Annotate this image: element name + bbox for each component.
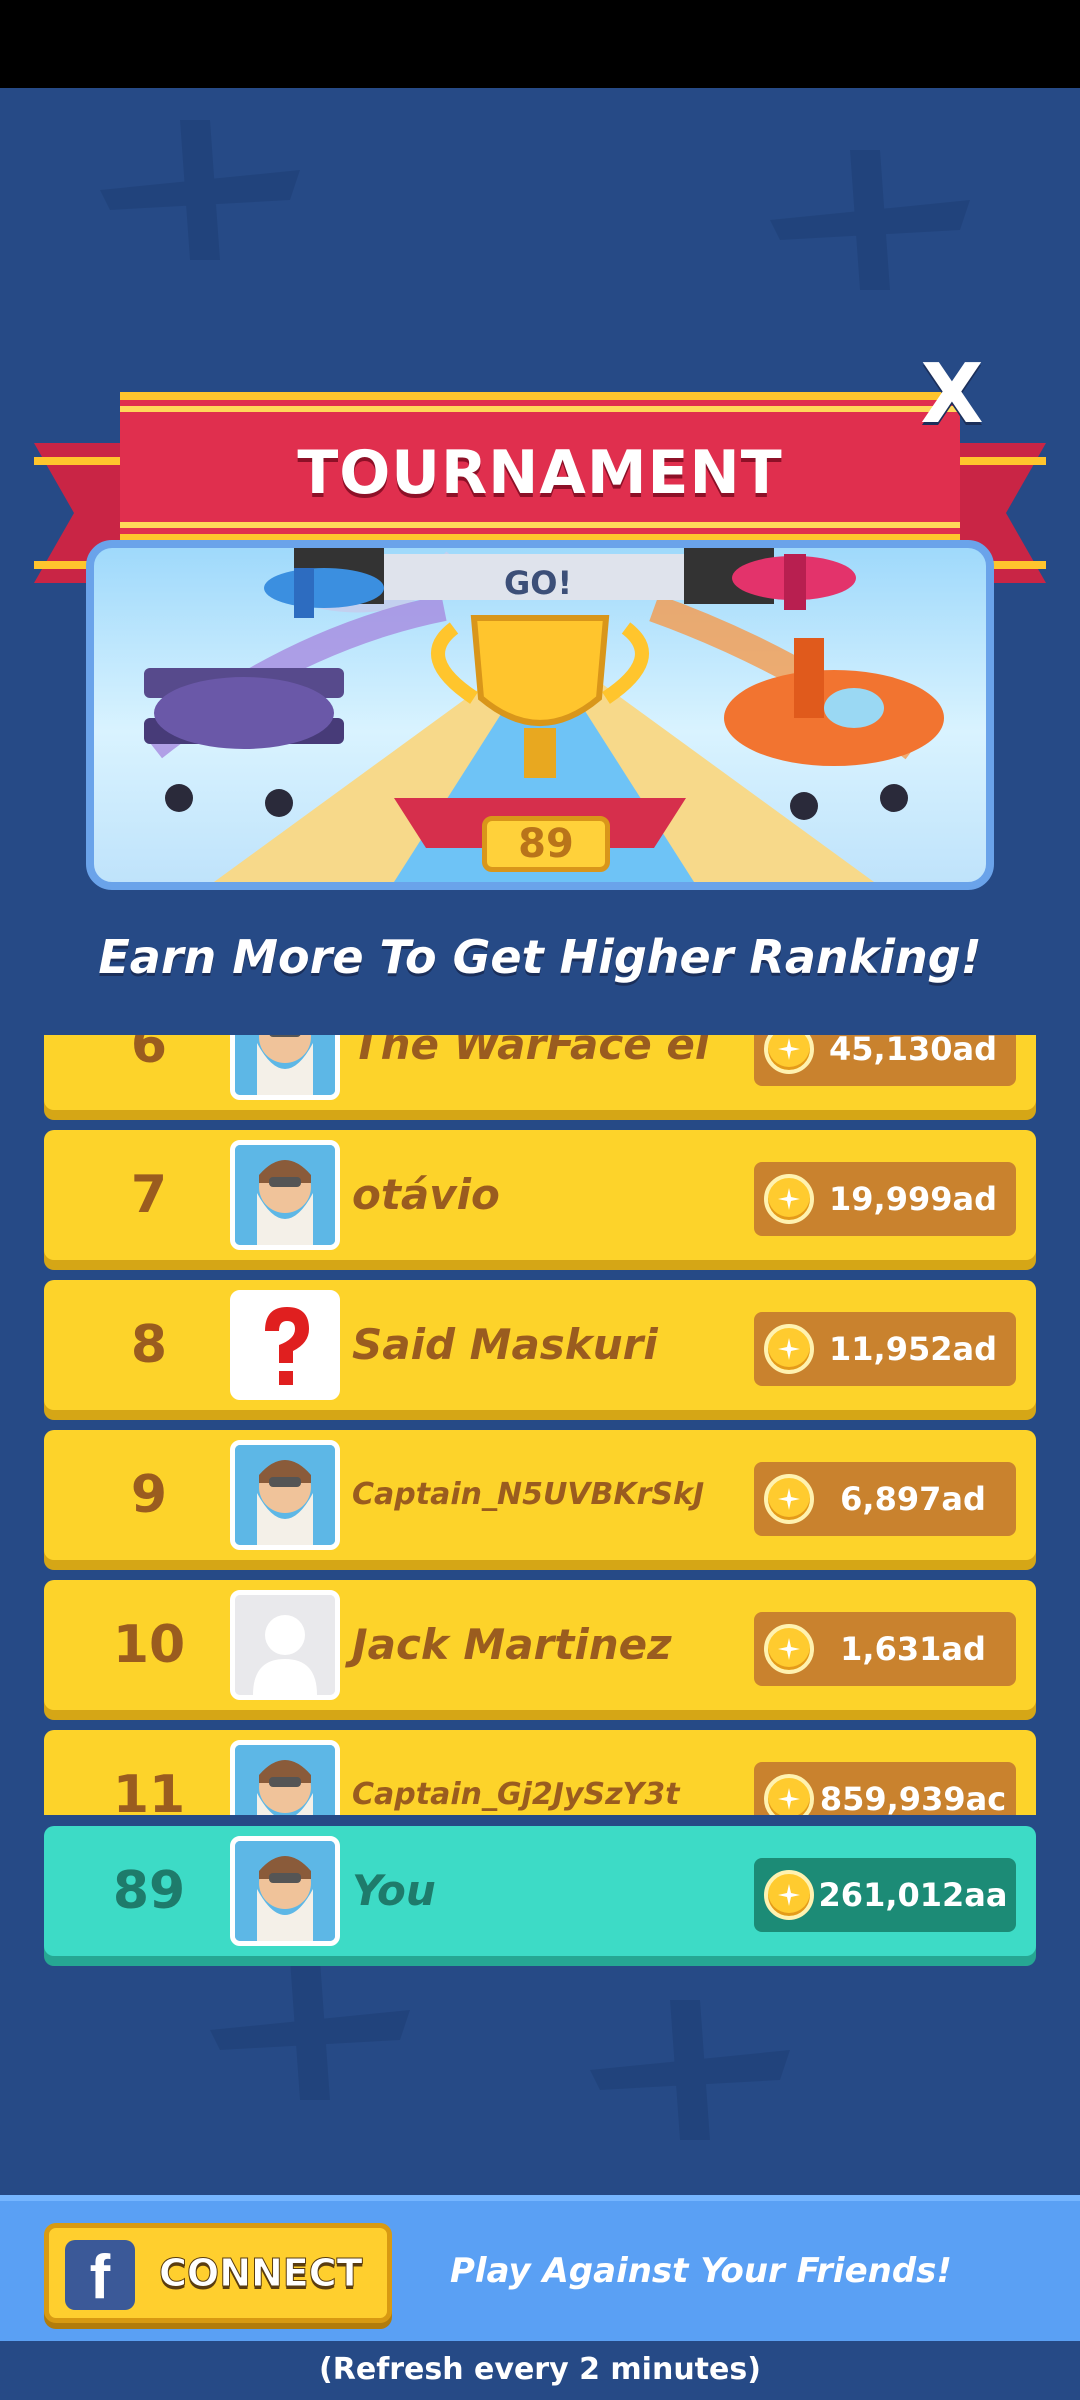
go-sign: GO! <box>504 564 573 602</box>
rank-number: 11 <box>112 1765 186 1815</box>
score-box: 11,952ad <box>754 1312 1016 1386</box>
play-friends-text: Play Against Your Friends! <box>450 2251 952 2291</box>
coin-icon <box>764 1174 814 1224</box>
pilot-avatar <box>230 1035 340 1100</box>
leaderboard-list[interactable]: 6 The WarFace el 45,130ad 7 otávio 19,99… <box>0 1035 1080 1815</box>
question-mark-avatar <box>230 1290 340 1400</box>
player-name: Said Maskuri <box>352 1320 658 1369</box>
score-box: 859,939ac <box>754 1762 1016 1815</box>
player-name: The WarFace el <box>352 1035 710 1069</box>
rank-number: 89 <box>112 1861 186 1921</box>
rank-number: 7 <box>130 1165 168 1225</box>
score-value: 19,999ad <box>829 1180 997 1218</box>
facebook-connect-button[interactable]: f CONNECT <box>44 2223 392 2323</box>
pilot-avatar <box>230 1140 340 1250</box>
rank-number: 10 <box>112 1615 186 1675</box>
score-box: 261,012aa <box>754 1858 1016 1932</box>
tournament-banner: TOURNAMENT <box>120 392 960 542</box>
rank-number: 9 <box>130 1465 168 1525</box>
coin-icon <box>764 1870 814 1920</box>
silhouette-avatar <box>230 1590 340 1700</box>
score-value: 6,897ad <box>840 1480 986 1518</box>
ranking-subtitle: Earn More To Get Higher Ranking! <box>98 930 982 984</box>
pilot-avatar <box>230 1836 340 1946</box>
status-bar <box>0 0 1080 88</box>
pilot-avatar <box>230 1440 340 1550</box>
score-value: 11,952ad <box>829 1330 997 1368</box>
player-name: Captain_N5UVBKrSkJ <box>352 1477 705 1512</box>
player-name: otávio <box>352 1170 500 1219</box>
leaderboard-row: 6 The WarFace el 45,130ad <box>44 1035 1036 1110</box>
close-button[interactable]: X <box>915 350 989 440</box>
refresh-note: (Refresh every 2 minutes) <box>319 2352 761 2387</box>
purple-plane-icon <box>144 668 344 817</box>
leaderboard-row: 10 Jack Martinez 1,631ad <box>44 1580 1036 1710</box>
score-box: 45,130ad <box>754 1035 1016 1086</box>
background-plane-icon <box>770 150 970 290</box>
leaderboard-row: 11 Captain_Gj2JySzY3t 859,939ac <box>44 1730 1036 1815</box>
score-value: 45,130ad <box>829 1035 997 1068</box>
score-value: 1,631ad <box>840 1630 986 1668</box>
leaderboard-row: 8 Said Maskuri 11,952ad <box>44 1280 1036 1410</box>
coin-icon <box>764 1035 814 1074</box>
leaderboard-row: 9 Captain_N5UVBKrSkJ 6,897ad <box>44 1430 1036 1560</box>
coin-icon <box>764 1474 814 1524</box>
coin-icon <box>764 1774 814 1815</box>
rank-number: 6 <box>130 1035 168 1075</box>
player-name: Jack Martinez <box>352 1620 672 1669</box>
your-rank-row: 89 You 261,012aa <box>44 1826 1036 1956</box>
player-name: You <box>352 1866 436 1915</box>
score-value: 261,012aa <box>818 1876 1008 1914</box>
trophy-rank-badge: 89 <box>482 816 610 872</box>
score-box: 6,897ad <box>754 1462 1016 1536</box>
rank-number: 8 <box>130 1315 168 1375</box>
tournament-illustration: GO! 89 <box>86 540 994 890</box>
pilot-avatar <box>230 1740 340 1815</box>
player-name: Captain_Gj2JySzY3t <box>352 1777 680 1812</box>
score-box: 1,631ad <box>754 1612 1016 1686</box>
score-box: 19,999ad <box>754 1162 1016 1236</box>
facebook-icon: f <box>65 2240 135 2312</box>
coin-icon <box>764 1324 814 1374</box>
score-value: 859,939ac <box>819 1780 1007 1815</box>
connect-label: CONNECT <box>159 2251 364 2296</box>
background-plane-icon <box>210 1960 410 2100</box>
banner-title: TOURNAMENT <box>297 438 783 508</box>
coin-icon <box>764 1624 814 1674</box>
background-plane-icon <box>590 2000 790 2140</box>
leaderboard-row: 7 otávio 19,999ad <box>44 1130 1036 1260</box>
facebook-connect-bar: f CONNECT Play Against Your Friends! <box>0 2195 1080 2341</box>
background-plane-icon <box>100 120 300 260</box>
